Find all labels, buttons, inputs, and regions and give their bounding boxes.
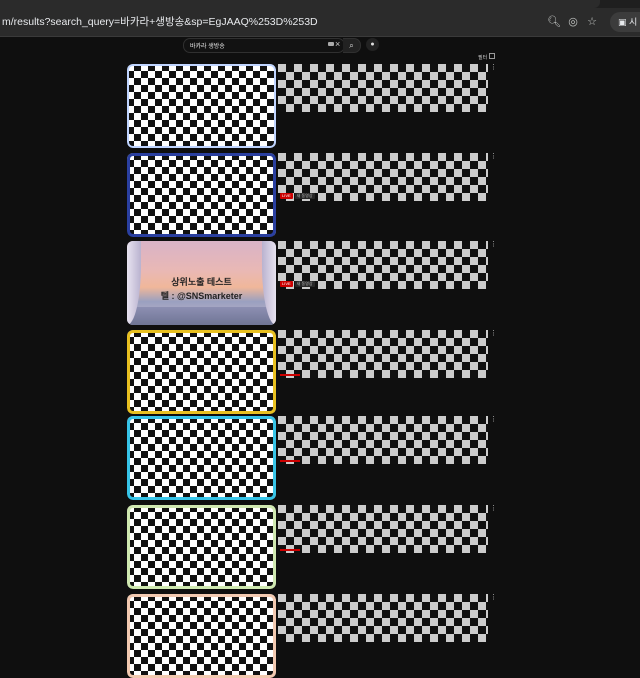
video-thumbnail[interactable] xyxy=(127,594,276,678)
incognito-icon: ▣ xyxy=(618,17,627,27)
more-actions-icon[interactable]: ⋮ xyxy=(490,330,497,340)
video-info[interactable] xyxy=(278,416,488,464)
search-icon: ⌕ xyxy=(349,41,354,50)
video-result[interactable]: ⋮ xyxy=(127,64,497,148)
video-info[interactable] xyxy=(278,594,488,642)
video-thumbnail[interactable] xyxy=(127,330,276,414)
video-info[interactable] xyxy=(278,330,488,378)
video-info[interactable] xyxy=(278,64,488,112)
video-result[interactable]: ⋮ xyxy=(127,594,497,678)
video-thumbnail[interactable] xyxy=(127,505,276,589)
search-box: × xyxy=(183,38,345,53)
search-input[interactable] xyxy=(190,39,310,52)
more-actions-icon[interactable]: ⋮ xyxy=(490,241,497,251)
microphone-icon: ● xyxy=(370,41,375,48)
video-thumbnail[interactable]: 상위노출 테스트 텔 : @SNSmarketer xyxy=(127,241,276,325)
zoom-icon[interactable]: 🔍︎ xyxy=(546,14,562,30)
live-indicator xyxy=(280,549,300,551)
video-thumbnail[interactable] xyxy=(127,153,276,237)
more-actions-icon[interactable]: ⋮ xyxy=(490,416,497,426)
live-badge: LIVE xyxy=(280,193,293,199)
more-actions-icon[interactable]: ⋮ xyxy=(490,594,497,604)
eye-off-icon[interactable]: ◎ xyxy=(565,14,581,30)
live-indicator xyxy=(280,460,300,462)
bookmark-star-icon[interactable]: ☆ xyxy=(584,14,600,30)
voice-search-button[interactable]: ● xyxy=(366,38,379,51)
tab-strip xyxy=(0,0,640,8)
browser-toolbar: m/results?search_query=바카라+생방송&sp=EgJAAQ… xyxy=(0,8,640,37)
thumbnail-subtitle: 텔 : @SNSmarketer xyxy=(160,291,243,301)
video-result[interactable]: ⋮ xyxy=(127,330,497,414)
address-bar[interactable]: m/results?search_query=바카라+생방송&sp=EgJAAQ… xyxy=(0,12,602,32)
thumbnail-title: 상위노출 테스트 xyxy=(171,277,232,287)
thumbnail-sea xyxy=(127,307,276,325)
keyboard-icon[interactable] xyxy=(328,42,334,46)
video-result[interactable]: ⋮ xyxy=(127,416,497,500)
video-thumbnail[interactable] xyxy=(127,64,276,148)
search-button[interactable]: ⌕ xyxy=(343,38,361,53)
clear-search-icon[interactable]: × xyxy=(335,38,340,51)
video-thumbnail[interactable] xyxy=(127,416,276,500)
filter-button[interactable]: 필터 xyxy=(478,54,487,61)
video-result[interactable]: ⋮ xyxy=(127,505,497,589)
more-actions-icon[interactable]: ⋮ xyxy=(490,153,497,163)
profile-button[interactable]: ▣ 시 xyxy=(610,12,640,32)
active-tab[interactable] xyxy=(0,0,600,8)
more-actions-icon[interactable]: ⋮ xyxy=(490,64,497,74)
new-video-badge: 새 동영상 xyxy=(294,193,315,199)
live-badge: LIVE xyxy=(280,281,293,287)
profile-label: 시 xyxy=(629,17,638,27)
filter-icon[interactable] xyxy=(489,53,495,59)
badge-row: LIVE 새 동영상 xyxy=(280,193,315,199)
video-info[interactable] xyxy=(278,505,488,553)
live-indicator xyxy=(280,374,300,376)
more-actions-icon[interactable]: ⋮ xyxy=(490,505,497,515)
video-result[interactable]: 상위노출 테스트 텔 : @SNSmarketer LIVE 새 동영상 ⋮ xyxy=(127,241,497,325)
new-video-badge: 새 동영상 xyxy=(294,281,315,287)
video-result[interactable]: LIVE 새 동영상 ⋮ xyxy=(127,153,497,237)
badge-row: LIVE 새 동영상 xyxy=(280,281,315,287)
